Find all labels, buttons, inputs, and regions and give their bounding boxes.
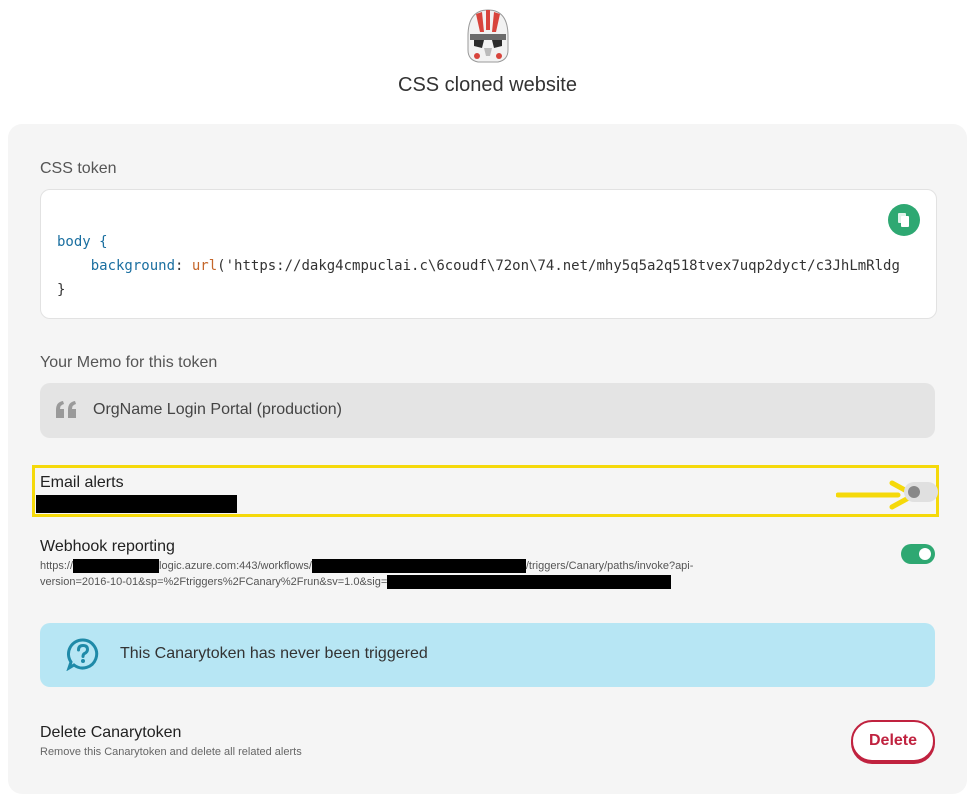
code-function: url xyxy=(191,258,218,274)
toggle-knob xyxy=(908,486,920,498)
delete-title: Delete Canarytoken xyxy=(40,724,182,741)
email-alerts-toggle[interactable] xyxy=(904,482,938,502)
copy-icon xyxy=(898,213,909,227)
code-close-brace: } xyxy=(57,282,66,298)
code-url: ('https://dakg4cmpuclai.c\6coudf\72on\74… xyxy=(217,258,900,274)
css-token-code-box[interactable]: body { background: url('https://dakg4cmp… xyxy=(40,189,937,319)
trigger-status-text: This Canarytoken has never been triggere… xyxy=(120,645,428,662)
copy-button[interactable] xyxy=(888,204,920,236)
memo-field[interactable]: OrgName Login Portal (production) xyxy=(40,383,935,438)
redacted-workflow-id xyxy=(311,559,526,574)
trooper-helmet-icon xyxy=(467,9,509,63)
code-property: background xyxy=(90,258,176,274)
trigger-status-banner: This Canarytoken has never been triggere… xyxy=(40,623,935,687)
webhook-url: https:// logic.azure.com:443/workflows/ /t… xyxy=(40,558,780,590)
webhook-url-part: https:// xyxy=(40,560,74,572)
toggle-knob xyxy=(919,548,931,560)
delete-button[interactable]: Delete xyxy=(851,720,935,762)
webhook-url-part: version=2016-10-01&sp=%2Ftriggers%2FCana… xyxy=(40,576,388,588)
code-selector: body { xyxy=(57,234,108,250)
css-token-code[interactable]: body { background: url('https://dakg4cmp… xyxy=(57,230,900,302)
email-alerts-title: Email alerts xyxy=(40,474,124,491)
quote-icon xyxy=(56,401,76,418)
token-details-card: CSS token body { background: url('https:… xyxy=(8,124,967,794)
memo-label: Your Memo for this token xyxy=(40,354,218,371)
webhook-toggle[interactable] xyxy=(901,544,935,564)
delete-subtitle: Remove this Canarytoken and delete all r… xyxy=(40,746,302,758)
webhook-title: Webhook reporting xyxy=(40,538,175,555)
question-chat-icon xyxy=(66,638,99,671)
page-title: CSS cloned website xyxy=(398,74,577,96)
css-token-label: CSS token xyxy=(40,160,117,177)
redacted-host xyxy=(73,559,160,574)
memo-value: OrgName Login Portal (production) xyxy=(93,401,343,418)
redacted-signature xyxy=(387,575,672,590)
webhook-url-part: /triggers/Canary/paths/invoke?api- xyxy=(525,560,694,572)
email-alerts-row: Email alerts xyxy=(32,465,939,517)
redacted-email xyxy=(36,495,237,513)
webhook-url-part: logic.azure.com:443/workflows/ xyxy=(159,560,312,572)
